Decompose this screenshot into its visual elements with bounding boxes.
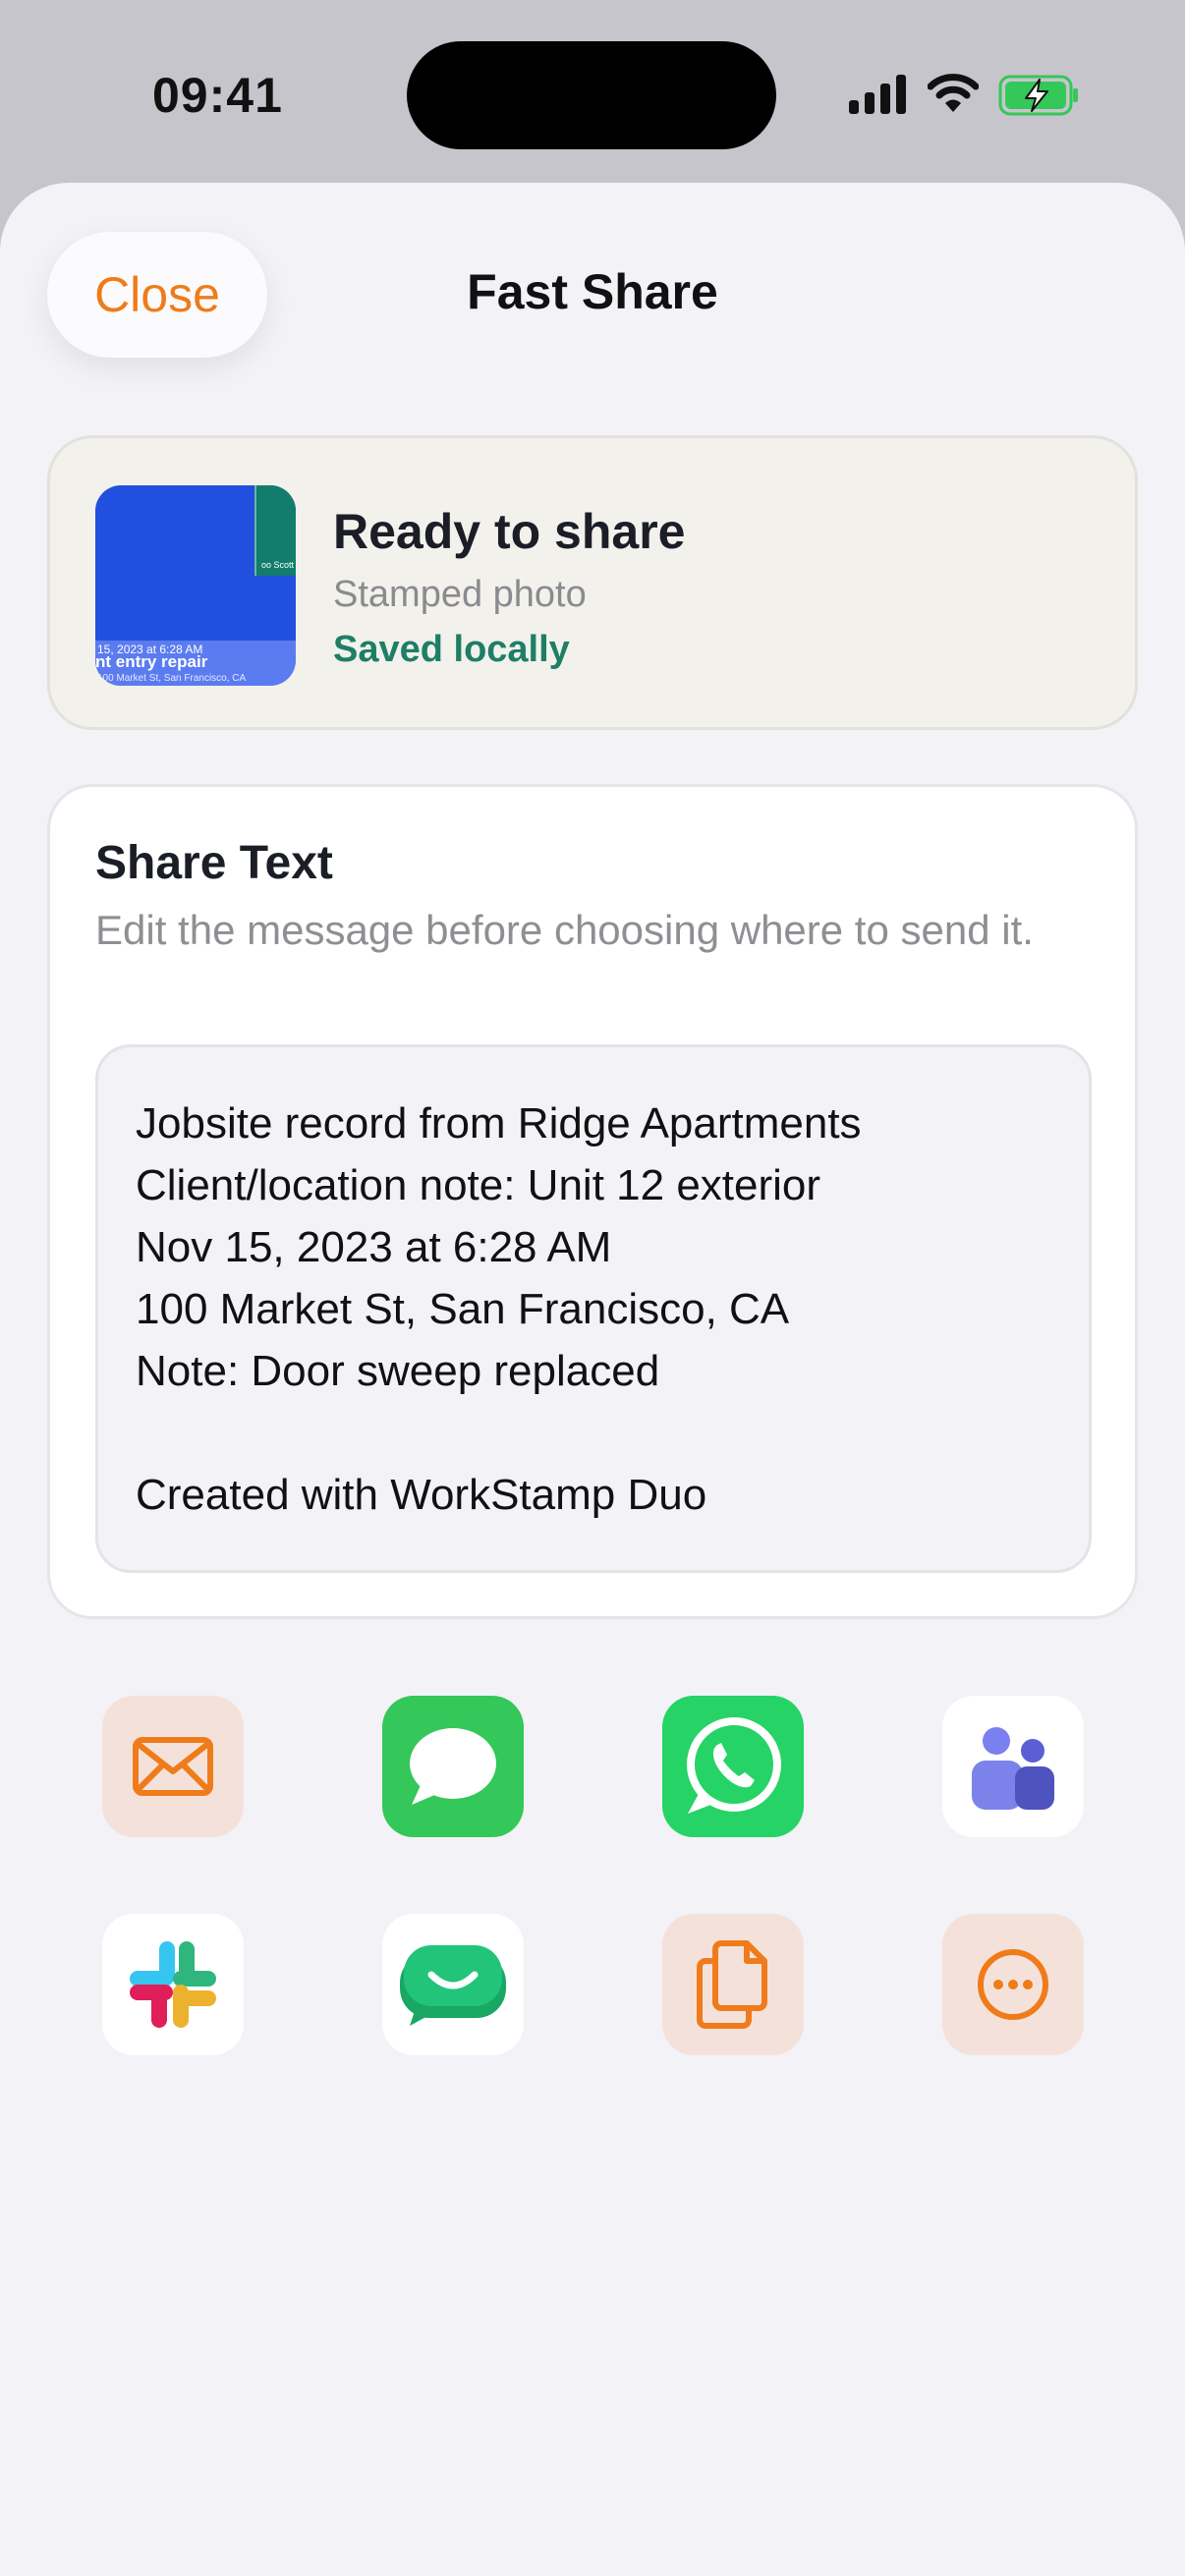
saved-status: Saved locally <box>333 629 570 670</box>
share-text-card: Share Text Edit the message before choos… <box>47 784 1138 1619</box>
slack-icon <box>130 1941 216 2028</box>
mail-icon <box>133 1737 213 1796</box>
photo-thumbnail[interactable]: oo Scott 15, 2023 at 6:28 AM nt entry re… <box>95 485 296 686</box>
whatsapp-share-button[interactable] <box>662 1696 804 1837</box>
teams-icon <box>972 1727 1054 1810</box>
mail-share-button[interactable] <box>102 1696 244 1837</box>
share-text-heading: Share Text <box>95 837 333 889</box>
thumbnail-side-text: oo Scott <box>260 560 294 570</box>
battery-charging-icon <box>998 75 1078 116</box>
thumbnail-address: 100 Market St, San Francisco, CA <box>97 673 247 684</box>
messages-icon <box>410 1728 496 1805</box>
status-bar: 09:41 <box>0 0 1185 187</box>
chat-app-icon <box>400 1945 506 2026</box>
messages-share-button[interactable] <box>382 1696 524 1837</box>
teams-share-button[interactable] <box>942 1696 1084 1837</box>
share-text-hint: Edit the message before choosing where t… <box>95 907 1034 953</box>
more-icon <box>978 1949 1048 2020</box>
ready-title: Ready to share <box>333 504 686 559</box>
slack-share-button[interactable] <box>102 1914 244 2055</box>
ready-subtitle: Stamped photo <box>333 574 587 615</box>
copy-share-button[interactable] <box>662 1914 804 2055</box>
copy-icon <box>697 1940 767 2029</box>
cellular-signal-icon <box>849 75 906 114</box>
page-title: Fast Share <box>467 264 718 319</box>
status-time: 09:41 <box>152 68 283 123</box>
more-share-button[interactable] <box>942 1914 1084 2055</box>
whatsapp-icon <box>687 1717 781 1814</box>
chat-app-share-button[interactable] <box>382 1914 524 2055</box>
wifi-icon <box>928 74 979 112</box>
dynamic-island <box>407 41 776 149</box>
share-message-field[interactable]: Jobsite record from Ridge Apartments Cli… <box>95 1044 1092 1573</box>
ready-to-share-card: oo Scott 15, 2023 at 6:28 AM nt entry re… <box>47 435 1138 730</box>
thumbnail-title: nt entry repair <box>95 652 208 671</box>
